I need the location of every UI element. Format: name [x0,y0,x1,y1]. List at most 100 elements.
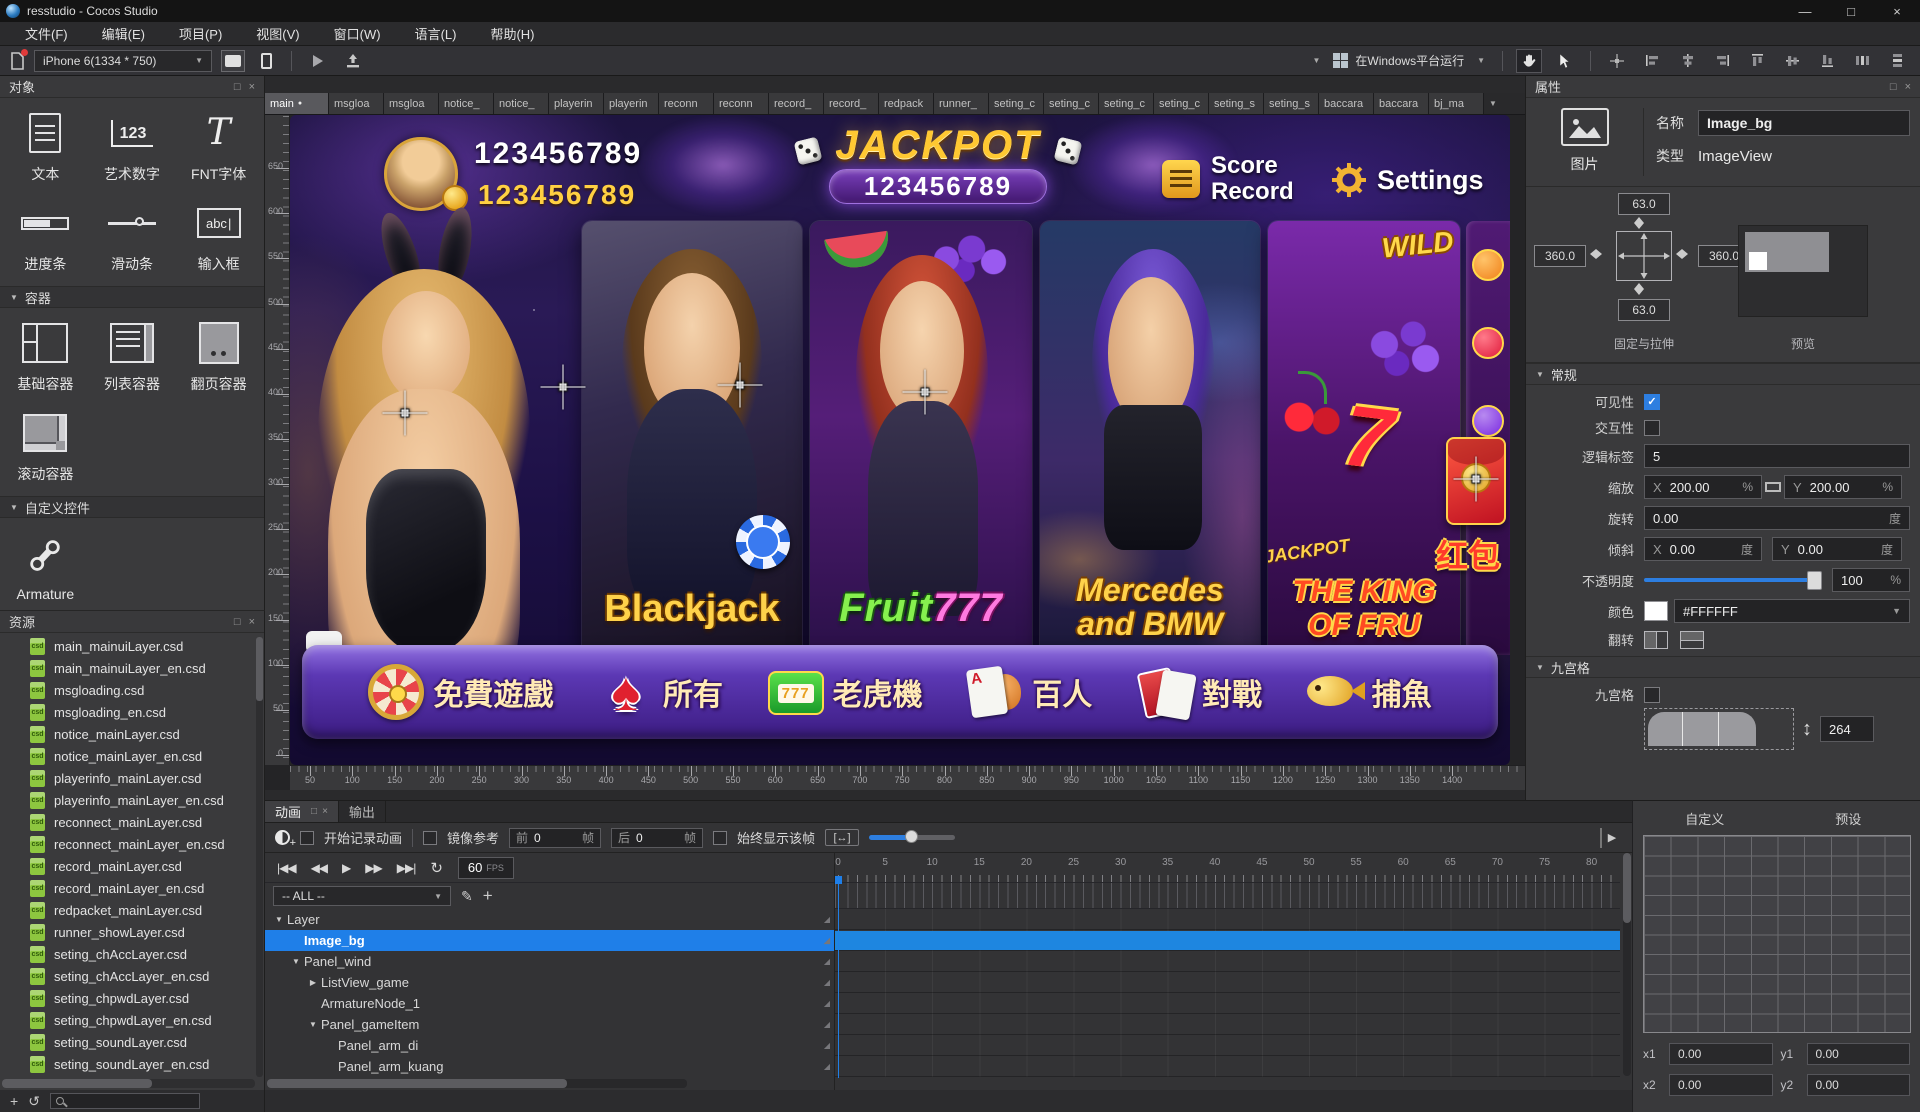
flip-horizontal-button[interactable] [1644,631,1668,649]
menu-item[interactable]: 视图(V) [239,22,316,45]
panel-float-icon[interactable]: □ [1890,81,1897,93]
transform-handle[interactable] [736,381,745,390]
align-center-v-button[interactable] [1779,49,1805,73]
nav-item-hundred[interactable]: A百人 [967,664,1092,720]
layer-node[interactable]: ▼Panel_gameItem◢ [265,1014,834,1035]
transform-handle[interactable] [921,388,930,397]
search-input[interactable] [50,1093,200,1109]
object-input[interactable]: abc|输入框 [175,192,262,282]
fps-input[interactable]: 60FPS [458,857,514,879]
anchor-top-input[interactable]: 63.0 [1618,193,1670,215]
menu-item[interactable]: 项目(P) [162,22,239,45]
tab-animation[interactable]: 动画 □× [265,801,339,822]
transform-handle[interactable] [401,409,410,418]
design-canvas[interactable]: 123456789 123456789 JACKPOT 123456789 Sc… [290,115,1510,765]
resource-file[interactable]: csdseting_chpwdLayer_en.csd [30,1009,256,1031]
tab-custom-easing[interactable]: 自定义 [1633,809,1777,828]
minimize-button[interactable]: — [1782,0,1828,22]
add-animation-icon[interactable]: + [483,886,493,906]
add-button[interactable]: + [10,1093,18,1109]
object-text[interactable]: 文本 [2,102,89,192]
panel-close-icon[interactable]: × [249,81,255,93]
panel-float-icon[interactable]: □ [234,616,241,628]
resource-file[interactable]: csdplayerinfo_mainLayer.csd [30,767,256,789]
document-tab[interactable]: main● [265,93,329,114]
resource-file[interactable]: csdseting_soundLayer_en.csd [30,1053,256,1075]
align-left-button[interactable] [1639,49,1665,73]
nav-item-spade[interactable]: ♠所有 [598,664,723,720]
transform-handle[interactable] [559,383,568,392]
play-button[interactable]: ▶ [342,861,350,875]
document-tab[interactable]: record_ [824,93,879,114]
menu-item[interactable]: 帮助(H) [473,22,551,45]
panel-float-icon[interactable]: □ [311,806,317,817]
node-name-input[interactable]: Image_bg [1698,110,1910,136]
scale-x-input[interactable]: X200.00% [1644,475,1762,499]
document-tab[interactable]: notice_ [439,93,494,114]
resource-file[interactable]: csdmain_mainuiLayer_en.csd [30,657,256,679]
x2-input[interactable]: 0.00 [1669,1074,1773,1096]
edit-animation-icon[interactable]: ✎ [461,888,473,905]
next-frame-button[interactable]: ▶▶ [365,861,381,875]
timeline-tick-strip[interactable] [835,883,1620,909]
panel-close-icon[interactable]: × [249,616,255,628]
document-tab[interactable]: seting_c [989,93,1044,114]
timeline-zoom-slider[interactable] [869,835,955,840]
nav-item-battle[interactable]: 對戰 [1137,664,1262,720]
layer-node[interactable]: Panel_arm_di◢ [265,1035,834,1056]
document-tab[interactable]: redpack [879,93,934,114]
distribute-h-button[interactable] [1849,49,1875,73]
easing-curve-grid[interactable] [1643,835,1911,1033]
playhead[interactable] [835,876,842,1078]
object-scroll[interactable]: 滚动容器 [2,402,89,492]
panel-close-icon[interactable]: × [322,806,328,817]
vertical-scrollbar[interactable] [1623,853,1631,1076]
play-preview-button[interactable] [305,49,331,73]
resource-file[interactable]: csdseting_soundLayer.csd [30,1031,256,1053]
document-tab[interactable]: seting_s [1264,93,1319,114]
document-tab[interactable]: msgloa [384,93,439,114]
resource-file[interactable]: csdmsgloading.csd [30,679,256,701]
nine-patch-value-input[interactable]: 264 [1820,716,1874,742]
tree-down-icon[interactable]: ▼ [271,915,287,924]
object-list[interactable]: 列表容器 [89,312,176,402]
tag-input[interactable]: 5 [1644,444,1910,468]
record-checkbox[interactable] [300,831,314,845]
section-containers[interactable]: ▼容器 [0,286,264,308]
document-tab[interactable]: bj_ma [1429,93,1484,114]
resource-file[interactable]: csdmsgloading_en.csd [30,701,256,723]
hand-tool[interactable] [1516,49,1542,73]
resource-file[interactable]: csdnotice_mainLayer.csd [30,723,256,745]
link-scale-icon[interactable] [1762,482,1784,492]
skip-end-button[interactable]: ▶▶| [397,861,416,875]
object-fnt[interactable]: TFNT字体 [175,102,262,192]
rotate-input[interactable]: 0.00度 [1644,506,1910,530]
layer-node[interactable]: ▶ListView_game◢ [265,972,834,993]
mirror-checkbox[interactable] [423,831,437,845]
document-tab[interactable]: seting_c [1154,93,1209,114]
landscape-view-button[interactable] [221,50,245,72]
tab-output[interactable]: 输出 [339,801,386,822]
object-panel[interactable]: 基础容器 [2,312,89,402]
document-tab[interactable]: seting_c [1099,93,1154,114]
close-button[interactable]: × [1874,0,1920,22]
color-input[interactable]: #FFFFFF▼ [1674,599,1910,623]
document-tab[interactable]: seting_c [1044,93,1099,114]
layer-node[interactable]: ▼Panel_wind◢ [265,951,834,972]
visible-checkbox[interactable]: ✓ [1644,394,1660,410]
nav-item-fish[interactable]: 捕魚 [1307,664,1432,720]
document-tab[interactable]: record_ [769,93,824,114]
timeline-track[interactable] [835,909,1620,930]
object-progress[interactable]: 进度条 [2,192,89,282]
vertical-scrollbar[interactable] [256,637,263,1077]
resource-file[interactable]: csdseting_chAccLayer.csd [30,943,256,965]
always-show-checkbox[interactable] [713,831,727,845]
publish-button[interactable] [340,49,366,73]
timeline-track[interactable] [835,1014,1620,1035]
animation-span-bar[interactable] [835,931,1620,950]
timeline-track[interactable] [835,951,1620,972]
tab-list-chevron-icon[interactable]: ▼ [1484,93,1502,114]
align-top-button[interactable] [1744,49,1770,73]
timeline-track[interactable] [835,1056,1620,1077]
flip-vertical-button[interactable] [1680,631,1704,649]
